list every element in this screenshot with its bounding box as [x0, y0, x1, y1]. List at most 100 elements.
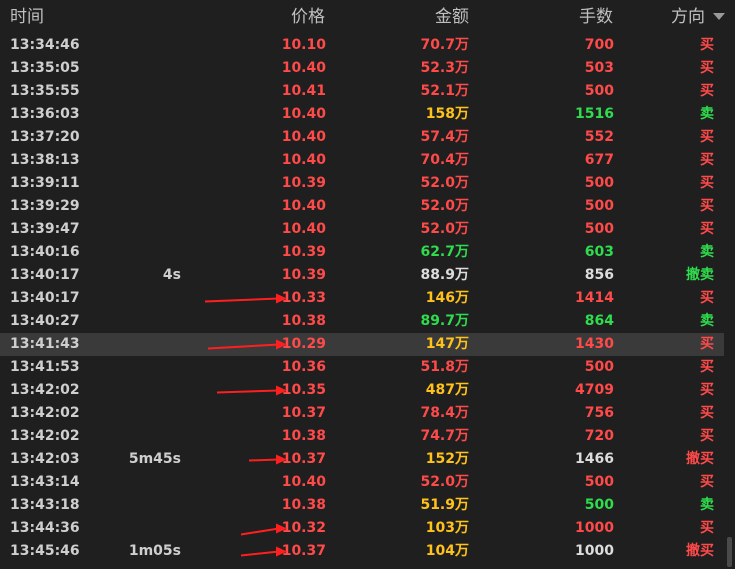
cell-time: 13:39:11 — [10, 175, 80, 191]
cell-direction: 买 — [700, 474, 714, 490]
cell-amount: 146万 — [425, 290, 469, 306]
cell-time: 13:40:17 — [10, 290, 80, 306]
cell-time: 13:43:18 — [10, 497, 80, 513]
cell-volume: 756 — [584, 405, 614, 421]
table-row[interactable]: 13:37:20 10.40 57.4万 552 买 — [0, 126, 724, 149]
table-row[interactable]: 13:42:03 5m45s 10.37 152万 1466 撤买 — [0, 448, 724, 471]
table-row[interactable]: 13:42:02 10.37 78.4万 756 买 — [0, 402, 724, 425]
cell-time: 13:41:43 — [10, 336, 80, 352]
cell-price: 10.32 — [281, 520, 326, 536]
cell-time: 13:44:36 — [10, 520, 80, 536]
cell-volume: 603 — [584, 244, 614, 260]
cell-time: 13:45:46 — [10, 543, 80, 559]
table-row[interactable]: 13:43:14 10.40 52.0万 500 买 — [0, 471, 724, 494]
cell-amount: 78.4万 — [420, 405, 469, 421]
cell-price: 10.37 — [281, 405, 326, 421]
table-row[interactable]: 13:40:16 10.39 62.7万 603 卖 — [0, 241, 724, 264]
cell-volume: 700 — [584, 37, 614, 53]
column-header-amount[interactable]: 金额 — [435, 6, 469, 28]
scrollbar-thumb[interactable] — [727, 537, 732, 567]
table-row[interactable]: 13:41:43 10.29 147万 1430 买 — [0, 333, 724, 356]
cell-amount: 52.0万 — [420, 474, 469, 490]
cell-time: 13:40:27 — [10, 313, 80, 329]
table-row[interactable]: 13:43:18 10.38 51.9万 500 卖 — [0, 494, 724, 517]
cell-direction: 卖 — [700, 106, 714, 122]
table-row[interactable]: 13:42:02 10.35 487万 4709 买 — [0, 379, 724, 402]
sort-down-icon[interactable] — [713, 13, 725, 20]
cell-time: 13:34:46 — [10, 37, 80, 53]
cell-volume: 500 — [584, 497, 614, 513]
table-row[interactable]: 13:34:46 10.10 70.7万 700 买 — [0, 34, 724, 57]
table-row[interactable]: 13:38:13 10.40 70.4万 677 买 — [0, 149, 724, 172]
cell-amount: 52.0万 — [420, 198, 469, 214]
cell-time: 13:39:29 — [10, 198, 80, 214]
cell-direction: 买 — [700, 83, 714, 99]
table-row[interactable]: 13:44:36 10.32 103万 1000 买 — [0, 517, 724, 540]
table-row[interactable]: 13:40:27 10.38 89.7万 864 卖 — [0, 310, 724, 333]
cell-volume: 500 — [584, 221, 614, 237]
cell-direction: 撤买 — [686, 543, 714, 559]
table-row[interactable]: 13:41:53 10.36 51.8万 500 买 — [0, 356, 724, 379]
cell-amount: 70.7万 — [420, 37, 469, 53]
cell-amount: 52.0万 — [420, 175, 469, 191]
cell-time: 13:38:13 — [10, 152, 80, 168]
table-row[interactable]: 13:35:05 10.40 52.3万 503 买 — [0, 57, 724, 80]
cell-price: 10.39 — [281, 267, 326, 283]
cell-volume: 1516 — [575, 106, 614, 122]
cell-volume: 856 — [584, 267, 614, 283]
trade-list: 13:34:46 10.10 70.7万 700 买 13:35:05 10.40 52.3万… — [0, 34, 724, 563]
table-row[interactable]: 13:39:11 10.39 52.0万 500 买 — [0, 172, 724, 195]
cell-amount: 158万 — [425, 106, 469, 122]
cell-time: 13:42:02 — [10, 428, 80, 444]
column-header-direction[interactable]: 方向 — [671, 6, 705, 28]
cell-amount: 89.7万 — [420, 313, 469, 329]
table-row[interactable]: 13:40:17 10.33 146万 1414 买 — [0, 287, 724, 310]
table-row[interactable]: 13:39:47 10.40 52.0万 500 买 — [0, 218, 724, 241]
cell-amount: 52.0万 — [420, 221, 469, 237]
cell-volume: 1466 — [575, 451, 614, 467]
cell-direction: 买 — [700, 428, 714, 444]
cell-volume: 1000 — [575, 543, 614, 559]
cell-time: 13:42:02 — [10, 382, 80, 398]
cell-direction: 买 — [700, 290, 714, 306]
cell-price: 10.39 — [281, 244, 326, 260]
cell-direction: 买 — [700, 198, 714, 214]
cell-direction: 买 — [700, 405, 714, 421]
cell-amount: 152万 — [425, 451, 469, 467]
table-row[interactable]: 13:40:17 4s 10.39 88.9万 856 撤卖 — [0, 264, 724, 287]
table-row[interactable]: 13:42:02 10.38 74.7万 720 买 — [0, 425, 724, 448]
cell-price: 10.41 — [281, 83, 326, 99]
table-row[interactable]: 13:35:55 10.41 52.1万 500 买 — [0, 80, 724, 103]
cell-volume: 500 — [584, 359, 614, 375]
cell-price: 10.40 — [281, 474, 326, 490]
cell-time: 13:36:03 — [10, 106, 80, 122]
cell-amount: 52.1万 — [420, 83, 469, 99]
cell-price: 10.37 — [281, 451, 326, 467]
cell-amount: 57.4万 — [420, 129, 469, 145]
cell-price: 10.38 — [281, 428, 326, 444]
table-header: 时间 价格 金额 手数 方向 — [0, 0, 735, 34]
cell-direction: 买 — [700, 382, 714, 398]
cell-time: 13:35:55 — [10, 83, 80, 99]
cell-direction: 买 — [700, 520, 714, 536]
column-header-price[interactable]: 价格 — [291, 6, 325, 28]
cell-price: 10.39 — [281, 175, 326, 191]
cell-price: 10.38 — [281, 313, 326, 329]
cell-volume: 500 — [584, 198, 614, 214]
cell-time: 13:35:05 — [10, 60, 80, 76]
cell-amount: 51.8万 — [420, 359, 469, 375]
cell-price: 10.35 — [281, 382, 326, 398]
vertical-scrollbar[interactable] — [724, 34, 735, 569]
column-header-volume[interactable]: 手数 — [579, 6, 613, 28]
table-row[interactable]: 13:45:46 1m05s 10.37 104万 1000 撤买 — [0, 540, 724, 563]
table-row[interactable]: 13:36:03 10.40 158万 1516 卖 — [0, 103, 724, 126]
cell-price: 10.40 — [281, 198, 326, 214]
table-row[interactable]: 13:39:29 10.40 52.0万 500 买 — [0, 195, 724, 218]
cell-direction: 撤买 — [686, 451, 714, 467]
cell-price: 10.37 — [281, 543, 326, 559]
cell-amount: 88.9万 — [420, 267, 469, 283]
column-header-time[interactable]: 时间 — [10, 6, 44, 28]
cell-direction: 买 — [700, 37, 714, 53]
cell-price: 10.29 — [281, 336, 326, 352]
cell-volume: 1430 — [575, 336, 614, 352]
